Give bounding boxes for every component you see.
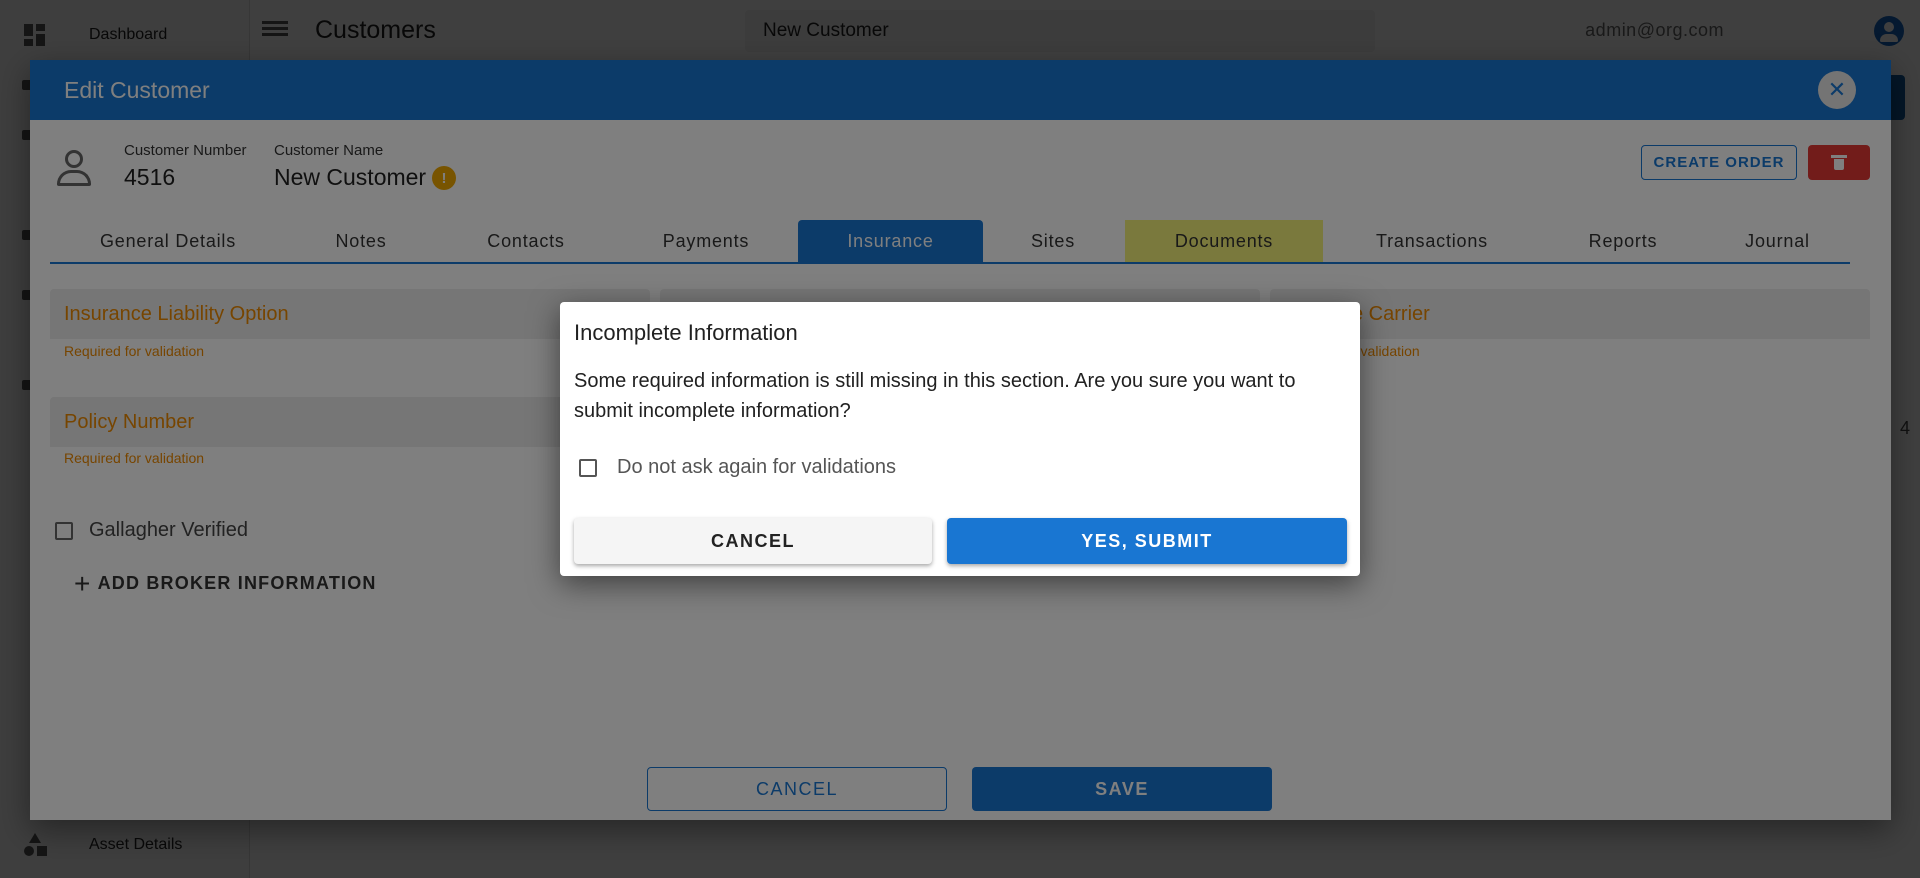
checkbox-label: Do not ask again for validations [617, 456, 897, 478]
checkbox-icon[interactable] [579, 458, 597, 477]
incomplete-info-dialog: Incomplete Information Some required inf… [560, 302, 1360, 576]
confirm-cancel-button[interactable]: CANCEL [574, 518, 932, 564]
confirm-message: Some required information is still missi… [574, 370, 1296, 422]
confirm-title: Incomplete Information [574, 320, 798, 345]
dont-ask-again-checkbox[interactable]: Do not ask again for validations [579, 456, 896, 479]
yes-submit-button[interactable]: YES, SUBMIT [947, 518, 1347, 564]
